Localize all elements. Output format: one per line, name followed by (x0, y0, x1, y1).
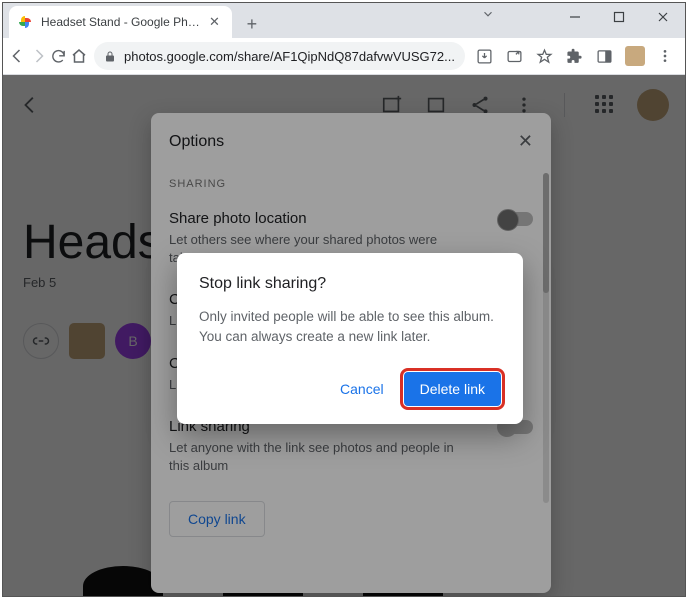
confirm-body: Only invited people will be able to see … (199, 307, 501, 346)
side-panel-icon[interactable] (591, 42, 619, 70)
tab-search-icon[interactable] (481, 7, 495, 21)
confirm-title: Stop link sharing? (199, 275, 501, 293)
confirm-button-row: Cancel Delete link (199, 372, 501, 406)
install-app-icon[interactable] (471, 42, 499, 70)
extensions-icon[interactable] (561, 42, 589, 70)
lock-icon (104, 50, 116, 63)
new-tab-button[interactable]: + (238, 10, 266, 38)
reload-button[interactable] (50, 42, 68, 70)
maximize-button[interactable] (597, 3, 641, 31)
chrome-menu-icon[interactable] (651, 42, 679, 70)
address-bar[interactable]: photos.google.com/share/AF1QipNdQ87dafvw… (94, 42, 465, 70)
delete-link-button[interactable]: Delete link (404, 372, 501, 406)
browser-window: Headset Stand - Google Photos ✕ + photos… (2, 2, 686, 597)
toolbar: photos.google.com/share/AF1QipNdQ87dafvw… (3, 38, 685, 75)
window-controls (553, 3, 685, 38)
url-text: photos.google.com/share/AF1QipNdQ87dafvw… (124, 49, 455, 64)
profile-icon[interactable] (621, 42, 649, 70)
tab-title: Headset Stand - Google Photos (41, 15, 201, 29)
bookmark-icon[interactable] (531, 42, 559, 70)
minimize-button[interactable] (553, 3, 597, 31)
titlebar: Headset Stand - Google Photos ✕ + (3, 3, 685, 38)
page-content: Heads Feb 5 B Options ✕ SHARING Share ph… (3, 75, 685, 596)
back-button[interactable] (9, 42, 27, 70)
confirm-dialog: Stop link sharing? Only invited people w… (177, 253, 523, 424)
close-window-button[interactable] (641, 3, 685, 31)
google-photos-icon (17, 14, 33, 30)
browser-tab[interactable]: Headset Stand - Google Photos ✕ (9, 6, 232, 38)
home-button[interactable] (70, 42, 88, 70)
cancel-button[interactable]: Cancel (330, 373, 394, 405)
forward-button[interactable] (29, 42, 47, 70)
share-page-icon[interactable] (501, 42, 529, 70)
tab-close-icon[interactable]: ✕ (209, 14, 220, 30)
